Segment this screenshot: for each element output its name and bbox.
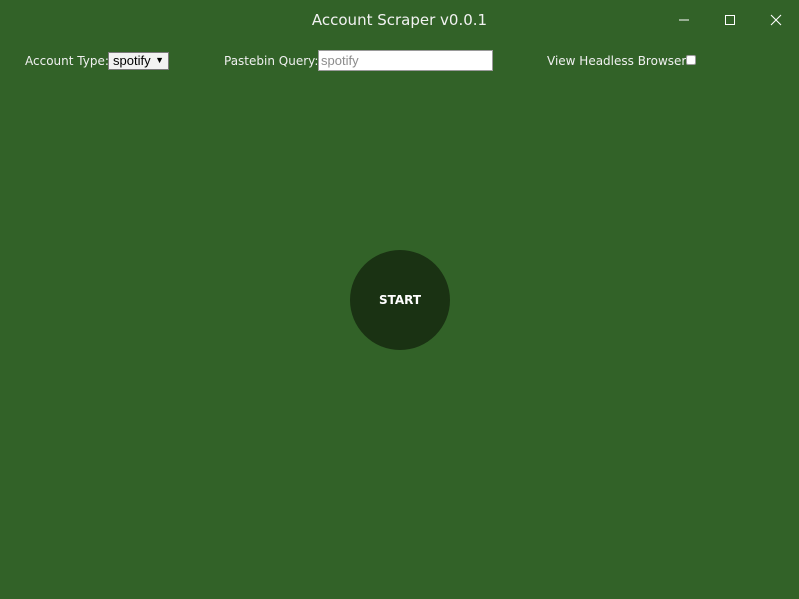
pastebin-query-label: Pastebin Query: — [224, 54, 319, 68]
close-button[interactable] — [764, 8, 788, 32]
headless-browser-label: View Headless Browser? — [547, 54, 693, 68]
minimize-icon — [679, 19, 689, 21]
account-type-value: spotify — [113, 53, 151, 68]
minimize-button[interactable] — [672, 8, 696, 32]
headless-browser-checkbox[interactable] — [686, 55, 696, 65]
start-button[interactable]: START — [350, 250, 450, 350]
account-type-select[interactable]: spotify ▼ — [108, 52, 169, 70]
maximize-icon — [725, 15, 735, 25]
account-type-label: Account Type: — [25, 54, 109, 68]
close-icon — [770, 14, 782, 26]
maximize-button[interactable] — [718, 8, 742, 32]
pastebin-query-input[interactable] — [318, 50, 493, 71]
dropdown-arrow-icon: ▼ — [155, 55, 164, 65]
title-bar: Account Scraper v0.0.1 — [0, 0, 799, 40]
